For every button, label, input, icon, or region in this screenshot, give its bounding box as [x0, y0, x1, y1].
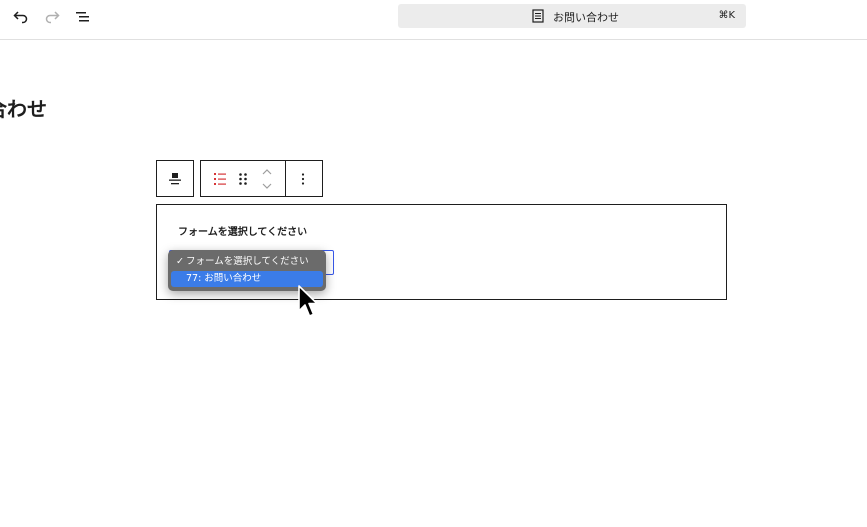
toolbar-divider: [285, 161, 286, 196]
checkmark-icon: ✓: [176, 256, 184, 267]
redo-icon: [45, 11, 60, 24]
align-button[interactable]: [156, 160, 194, 197]
form-select-label: フォームを選択してください: [178, 227, 308, 238]
keyboard-shortcut: ⌘K: [718, 10, 735, 21]
list-view-icon: [76, 12, 89, 22]
drag-handle-icon: [239, 173, 247, 185]
block-toolbar-group: [200, 160, 323, 197]
undo-button[interactable]: [9, 6, 33, 28]
undo-icon: [13, 11, 28, 24]
move-up-down-icon: [262, 169, 272, 189]
redo-button[interactable]: [40, 6, 64, 28]
align-icon: [169, 173, 181, 185]
mouse-pointer-icon: [298, 285, 318, 317]
drag-handle[interactable]: [233, 169, 253, 189]
page-icon: [532, 9, 544, 23]
editor-top-toolbar: お問い合わせ ⌘K: [0, 0, 867, 40]
document-title: お問い合わせ: [553, 11, 619, 24]
list-view-button[interactable]: [71, 6, 95, 28]
page-title[interactable]: い合わせ: [0, 93, 47, 122]
block-type-button[interactable]: [210, 169, 230, 189]
form-list-icon: [214, 173, 226, 185]
dropdown-option-label: 77: お問い合わせ: [186, 273, 262, 284]
move-up-down-buttons[interactable]: [257, 165, 277, 193]
more-options-icon: [301, 173, 305, 185]
dropdown-option-placeholder[interactable]: ✓ フォームを選択してください: [171, 254, 323, 270]
command-palette-bar[interactable]: お問い合わせ ⌘K: [398, 4, 746, 28]
more-options-button[interactable]: [293, 169, 313, 189]
dropdown-option-label: フォームを選択してください: [186, 256, 309, 267]
